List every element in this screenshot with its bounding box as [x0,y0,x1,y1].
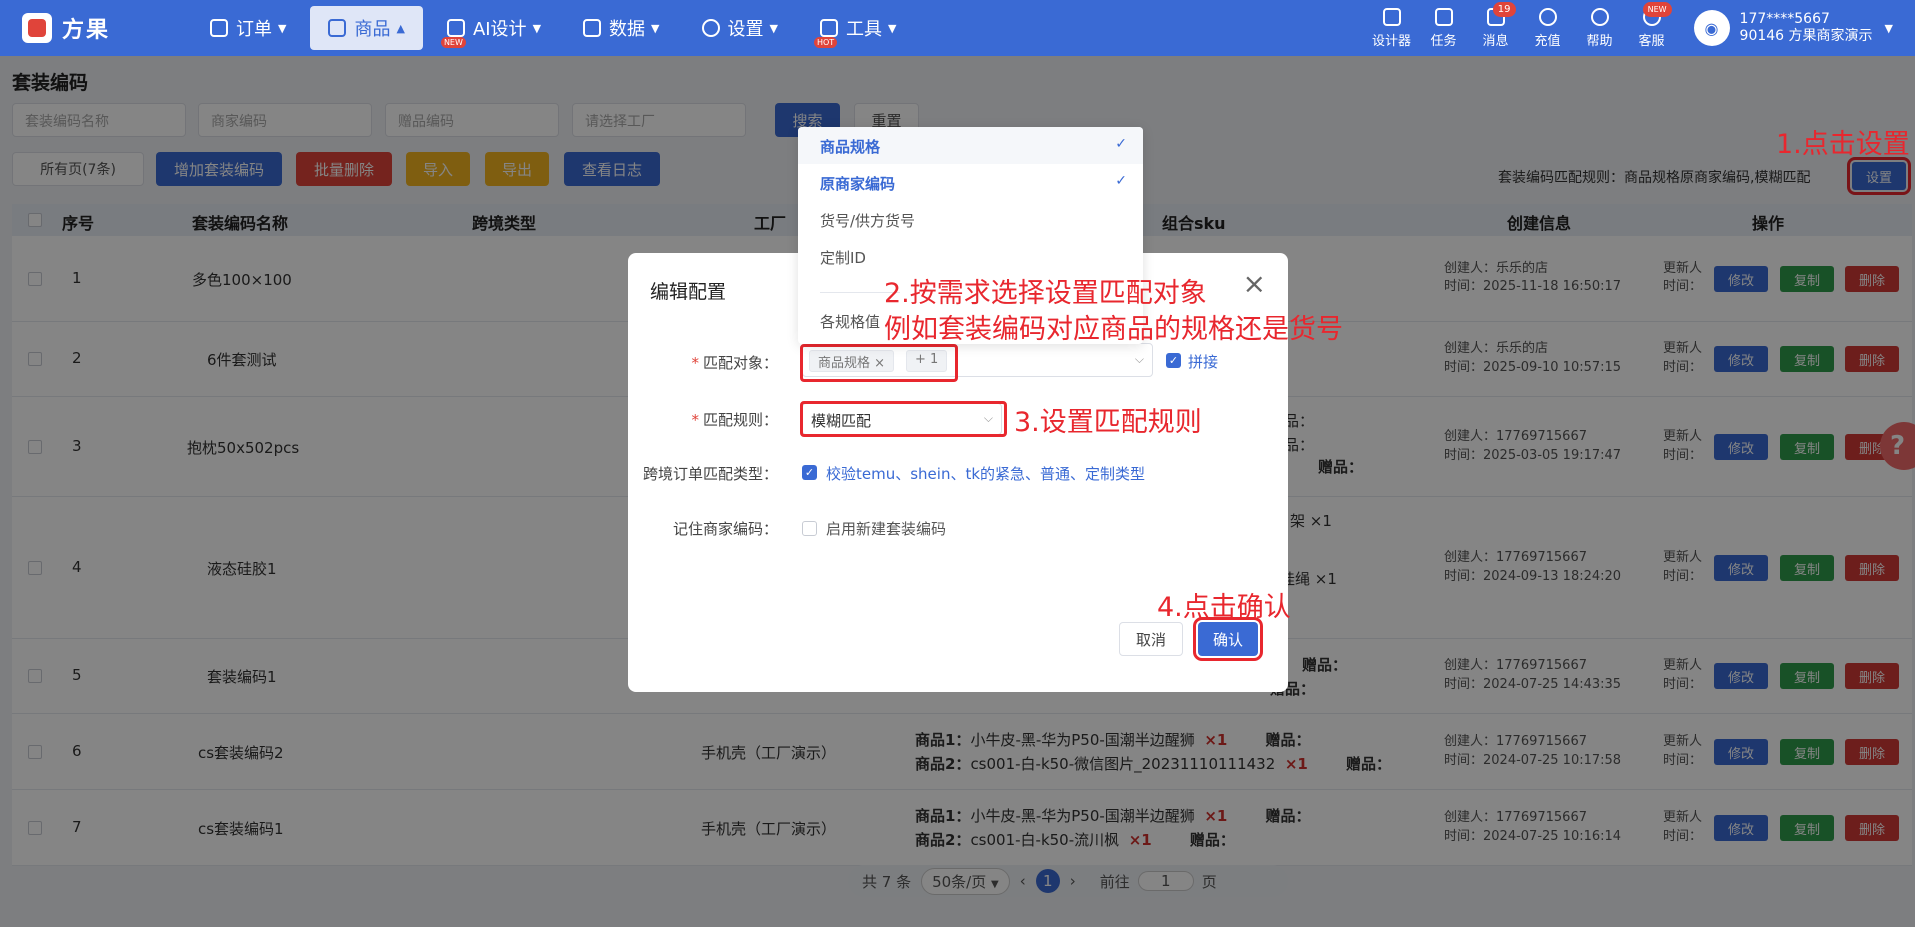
option-label: 货号/供方货号 [820,212,916,230]
tool-label: 帮助 [1586,33,1613,49]
nav-label: 订单 [236,19,272,40]
chevron-down-icon: ▼ [769,21,778,35]
nav-label: 商品 [354,19,391,40]
top-nav: 方果 订单 ▼ 商品 ▲ AI设计 ▼ NEW 数据 ▼ 设置 ▼ 工具 ▼ HOT 设计器… [0,0,1915,56]
clipboard-icon [210,19,228,37]
highlight-match-object [800,344,958,382]
tool-designer[interactable]: 设计器 [1366,7,1418,49]
chevron-down-icon: ▼ [887,21,897,35]
dropdown-option[interactable]: 定制ID [798,238,1143,275]
close-icon[interactable]: × [1243,267,1266,300]
question-icon [1590,7,1609,26]
bag-icon [328,19,347,37]
nav-settings[interactable]: 设置 ▼ [684,6,796,50]
chevron-up-icon: ▲ [396,21,405,35]
nav-orders[interactable]: 订单 ▼ [192,6,304,50]
label-text: 匹配对象： [702,354,778,372]
tool-label: 消息 [1482,33,1509,49]
tool-label: 充值 [1534,33,1561,49]
task-icon [1434,7,1453,26]
check-icon: ✓ [1115,136,1127,152]
user-account: 90146 方果商家演示 [1739,28,1873,44]
nav-products[interactable]: 商品 ▲ [310,6,423,50]
new-badge: NEW [440,37,466,48]
option-label: 各规格值 [820,313,881,331]
tool-label: 客服 [1638,33,1665,49]
image-icon [1382,7,1401,26]
cancel-button[interactable]: 取消 [1119,622,1183,656]
tool-help[interactable]: 帮助 [1574,7,1626,49]
dropdown-option[interactable]: 货号/供方货号 [798,201,1143,238]
remember-code-value: 启用新建套装编码 [826,520,947,538]
brand-logo[interactable]: 方果 [22,12,192,44]
option-label: 商品规格 [820,138,881,156]
dropdown-option[interactable]: 原商家编码 ✓ [798,164,1143,201]
match-object-label: * 匹配对象： [691,354,778,372]
annotation-step-4: 4.点击确认 [1157,592,1291,623]
tool-recharge[interactable]: 充值 [1522,7,1574,49]
annotation-step-3: 3.设置匹配规则 [1014,407,1202,438]
tool-tasks[interactable]: 任务 [1418,7,1470,49]
chart-icon [583,19,602,37]
annotation-step-2-line-1: 2.按需求选择设置匹配对象 [884,278,1207,309]
concat-label: 拼接 [1188,353,1219,371]
confirm-button[interactable]: 确认 [1193,617,1263,661]
modal-title: 编辑配置 [650,281,727,303]
gear-icon [701,19,720,37]
dropdown-option[interactable]: 商品规格 ✓ [798,127,1143,164]
user-menu[interactable]: ◉ 177****5667 90146 方果商家演示 ▼ [1693,10,1893,46]
chevron-down-icon: ▼ [651,21,660,35]
toolbar: 设计器 任务 消息 19 充值 帮助 客服 NEW ◉ 177****5667 90… [1366,0,1915,56]
nav-label: 设置 [727,19,764,40]
remember-code-label: 记住商家编码： [672,520,778,538]
nav-label: AI设计 [472,19,527,40]
chevron-down-icon: ▼ [278,21,287,35]
chevron-down-icon: ▼ [532,21,542,35]
check-icon: ✓ [1115,173,1127,189]
tool-messages[interactable]: 消息 19 [1470,1,1522,49]
remember-code-checkbox[interactable] [802,521,817,536]
tool-label: 设计器 [1372,33,1412,49]
nav-label: 数据 [609,19,646,40]
annotation-step-1: 1.点击设置 [1776,129,1910,160]
brand-name: 方果 [62,18,111,43]
label-text: 匹配规则： [702,411,778,429]
tool-service[interactable]: 客服 NEW [1626,1,1678,49]
hot-badge: HOT [813,37,838,48]
highlight-match-rule [800,401,1007,437]
chevron-down-icon: ▼ [1884,21,1893,35]
concat-checkbox[interactable]: ✓ [1166,353,1181,368]
message-count-badge: 19 [1492,1,1516,17]
chevron-down-icon: ⌵ [1134,352,1144,366]
nav-tools[interactable]: 工具 ▼ HOT [802,6,914,50]
annotation-step-2-line-2: 例如套装编码对应商品的规格还是货号 [884,314,1343,345]
user-phone: 177****5667 [1739,11,1830,27]
ai-icon [446,19,465,37]
nav-ai-design[interactable]: AI设计 ▼ NEW [429,6,559,50]
cube-icon [819,19,838,37]
new-badge: NEW [1642,1,1672,17]
yen-icon [1538,7,1557,26]
match-rule-label: * 匹配规则： [691,411,778,429]
logo-icon [22,13,52,43]
tool-label: 任务 [1430,33,1457,49]
option-label: 原商家编码 [820,175,896,193]
cross-type-label: 跨境订单匹配类型： [642,465,778,483]
avatar: ◉ [1693,10,1730,46]
nav-label: 工具 [845,19,882,40]
option-label: 定制ID [820,249,866,267]
nav-data[interactable]: 数据 ▼ [565,6,677,50]
cross-type-checkbox[interactable]: ✓ [802,465,817,480]
cross-type-value: 校验temu、shein、tk的紧急、普通、定制类型 [826,465,1146,483]
